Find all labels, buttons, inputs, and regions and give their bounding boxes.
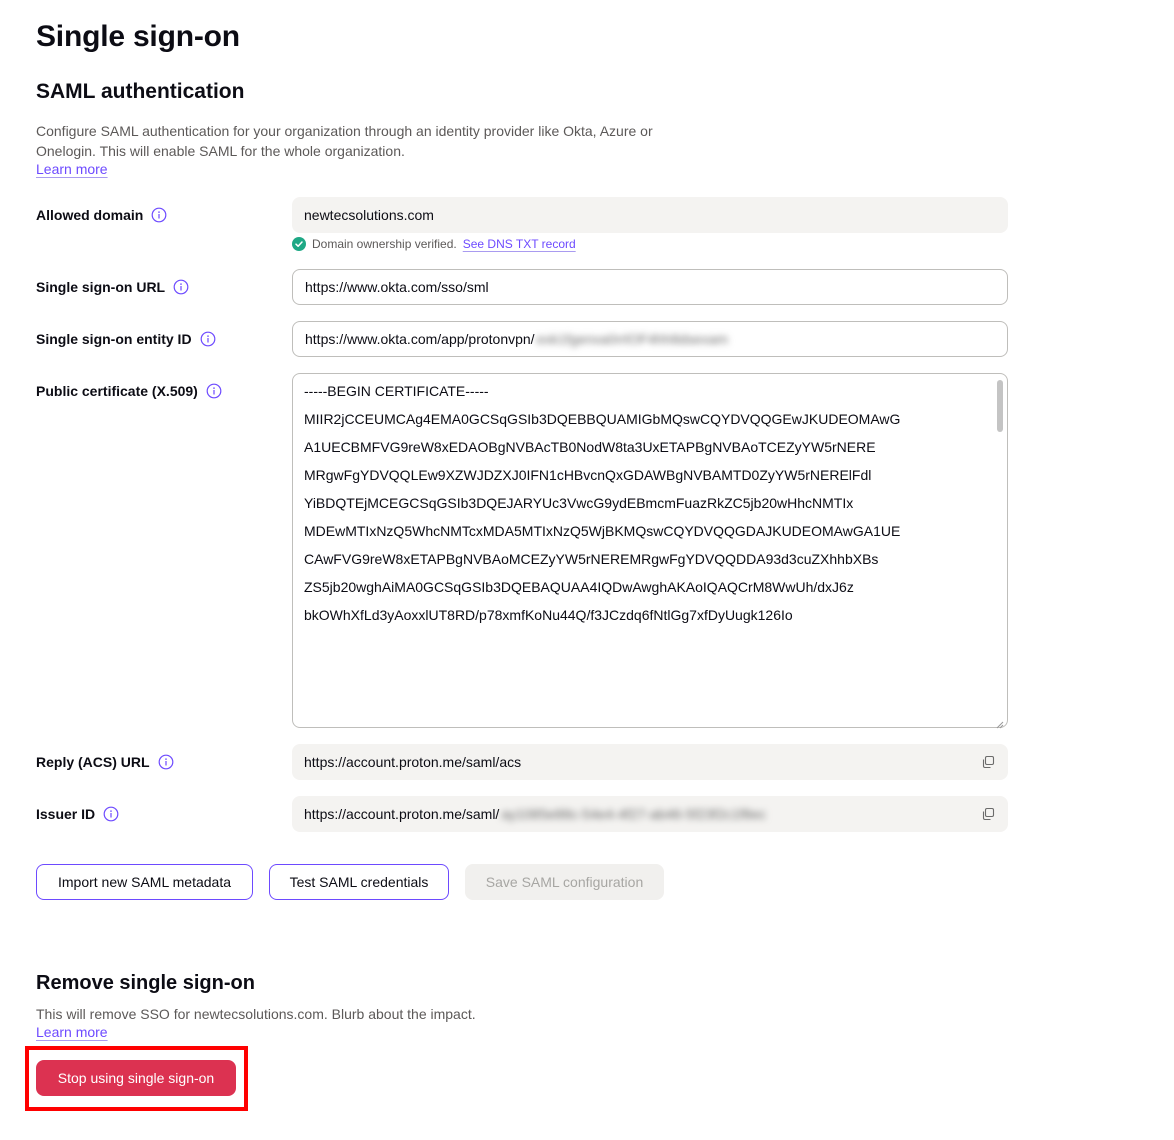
certificate-line: ZS5jb20wghAiMA0GCSqGSIb3DQEBAQUAA4IQDwAw…	[304, 579, 854, 595]
see-dns-txt-record-link[interactable]: See DNS TXT record	[463, 237, 576, 251]
sso-url-label: Single sign-on URL	[36, 277, 189, 297]
domain-verification-status: Domain ownership verified. See DNS TXT r…	[292, 237, 576, 251]
certificate-line: A1UECBMFVG9reW8xEDAOBgNVBAcTB0NodW8ta3Ux…	[304, 439, 876, 455]
allowed-domain-field: newtecsolutions.com	[292, 197, 1008, 233]
certificate-textarea[interactable]: -----BEGIN CERTIFICATE----- MIIR2jCCEUMC…	[292, 373, 1008, 729]
entity-id-label: Single sign-on entity ID	[36, 329, 216, 349]
remove-sso-description: This will remove SSO for newtecsolutions…	[36, 1006, 476, 1022]
info-icon[interactable]	[200, 331, 216, 347]
issuer-id-label: Issuer ID	[36, 804, 119, 824]
issuer-id-blurred-value: ay1085e88c-54e4-4f27-ab46-5f23f2c1f8ec	[501, 806, 766, 822]
info-icon[interactable]	[173, 279, 189, 295]
certificate-line: -----BEGIN CERTIFICATE-----	[304, 383, 489, 399]
issuer-id-value: https://account.proton.me/saml/	[304, 806, 500, 822]
certificate-line: CAwFVG9reW8xETAPBgNVBAoMCEZyYW5rNEREMRgw…	[304, 551, 879, 567]
certificate-label: Public certificate (X.509)	[36, 381, 222, 401]
info-icon[interactable]	[206, 383, 222, 399]
certificate-line: MRgwFgYDVQQLEw9XZWJDZXJ0IFN1cHBvcnQxGDAW…	[304, 467, 872, 483]
sso-url-label-text: Single sign-on URL	[36, 279, 166, 295]
entity-id-blurred-value: exk1fgenxa0rrlOF4hh8dsexam	[536, 331, 729, 347]
info-icon[interactable]	[158, 754, 174, 770]
certificate-label-text: Public certificate (X.509)	[36, 383, 198, 399]
saml-description: Configure SAML authentication for your o…	[36, 123, 653, 159]
sso-url-value: https://www.okta.com/sso/sml	[305, 279, 489, 295]
resize-handle-icon[interactable]	[996, 716, 1004, 729]
test-saml-credentials-button[interactable]: Test SAML credentials	[269, 864, 449, 900]
reply-url-label-text: Reply (ACS) URL	[36, 754, 150, 770]
import-saml-metadata-button[interactable]: Import new SAML metadata	[36, 864, 253, 900]
entity-id-input[interactable]: https://www.okta.com/app/protonvpn/ exk1…	[292, 321, 1008, 357]
check-circle-icon	[292, 237, 306, 251]
saml-learn-more-link[interactable]: Learn more	[36, 161, 108, 177]
entity-id-value: https://www.okta.com/app/protonvpn/	[305, 331, 535, 347]
verification-text: Domain ownership verified.	[312, 237, 457, 251]
reply-url-value: https://account.proton.me/saml/acs	[304, 754, 522, 770]
saml-section-title: SAML authentication	[36, 80, 245, 103]
page-title: Single sign-on	[36, 20, 240, 53]
textarea-scrollbar[interactable]	[997, 380, 1003, 432]
entity-id-label-text: Single sign-on entity ID	[36, 331, 192, 347]
allowed-domain-value: newtecsolutions.com	[304, 207, 434, 223]
certificate-line: bkOWhXfLd3yAoxxlUT8RD/p78xmfKoNu44Q/f3JC…	[304, 607, 793, 623]
remove-sso-title: Remove single sign-on	[36, 972, 255, 994]
certificate-line: MIIR2jCCEUMCAg4EMA0GCSqGSIb3DQEBBQUAMIGb…	[304, 411, 901, 427]
allowed-domain-label: Allowed domain	[36, 205, 167, 225]
reply-url-field: https://account.proton.me/saml/acs	[292, 744, 1008, 780]
certificate-line: YiBDQTEjMCEGCSqGSIb3DQEJARYUc3VwcG9ydEBm…	[304, 495, 854, 511]
save-saml-configuration-button[interactable]: Save SAML configuration	[465, 864, 664, 900]
copy-icon[interactable]	[980, 754, 996, 770]
issuer-id-field: https://account.proton.me/saml/ ay1085e8…	[292, 796, 1008, 832]
reply-url-label: Reply (ACS) URL	[36, 752, 174, 772]
remove-sso-learn-more-link[interactable]: Learn more	[36, 1024, 108, 1040]
allowed-domain-label-text: Allowed domain	[36, 207, 144, 223]
copy-icon[interactable]	[980, 806, 996, 822]
info-icon[interactable]	[151, 207, 167, 223]
sso-url-input[interactable]: https://www.okta.com/sso/sml	[292, 269, 1008, 305]
certificate-line: MDEwMTIxNzQ5WhcNMTcxMDA5MTIxNzQ5WjBKMQsw…	[304, 523, 901, 539]
highlight-box	[25, 1046, 248, 1111]
issuer-id-label-text: Issuer ID	[36, 806, 96, 822]
info-icon[interactable]	[103, 806, 119, 822]
